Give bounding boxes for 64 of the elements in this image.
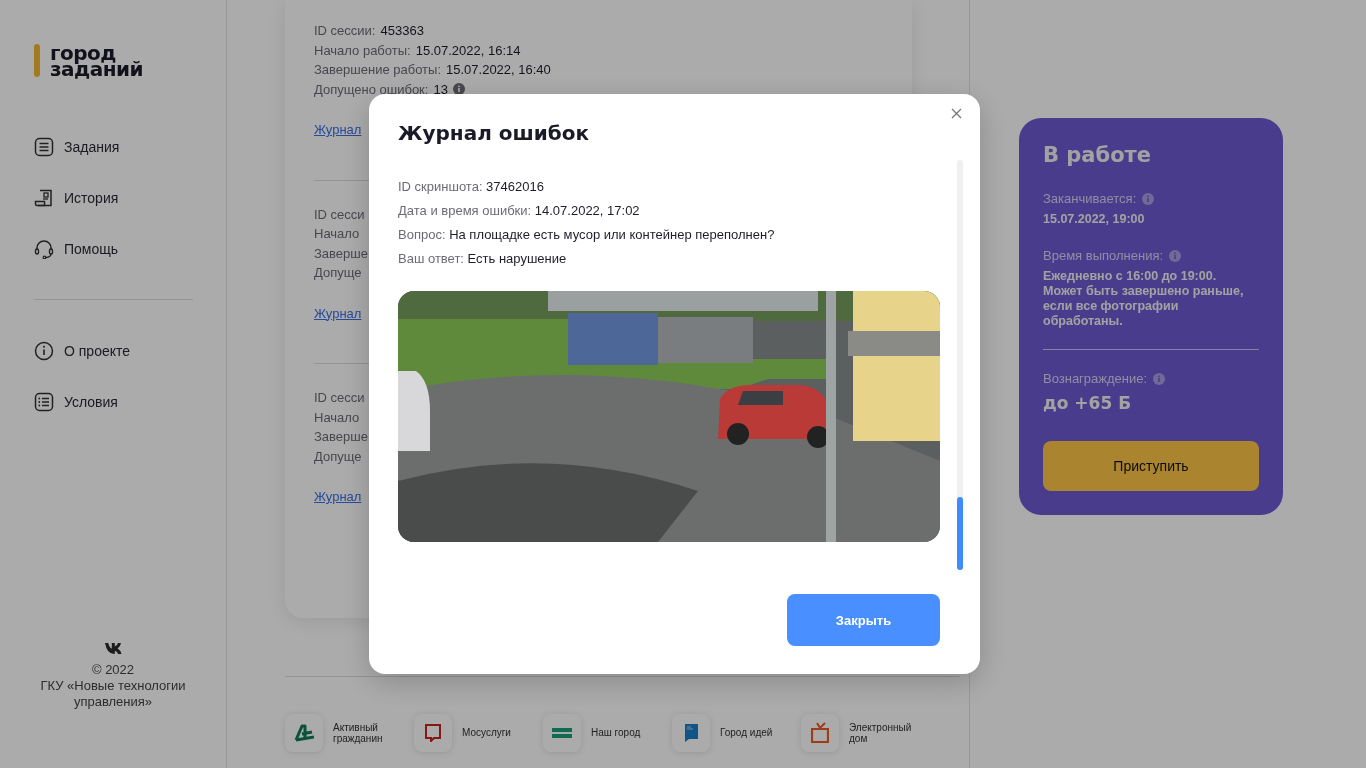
- field-value: Ежедневно с 16:00 до 19:00. Может быть завершено раньше, если все фотографии обработаны.: [1043, 269, 1245, 329]
- info-icon: [1169, 250, 1182, 262]
- error-detail: Ваш ответ: Есть нарушение: [398, 250, 568, 268]
- start-button[interactable]: Приступить: [1043, 441, 1259, 491]
- info-icon: [34, 340, 54, 361]
- stripes-logo-icon: [552, 727, 572, 738]
- close-icon: [951, 108, 962, 119]
- partner-logo-button[interactable]: [543, 713, 581, 752]
- partner-link[interactable]: Город идей: [720, 727, 773, 738]
- document-icon: [34, 187, 54, 208]
- nav-item[interactable]: Условия: [34, 376, 226, 427]
- session-detail: Допущено ошибок: 13: [314, 80, 448, 99]
- partner-logo-button[interactable]: [285, 713, 323, 752]
- info-icon: [1153, 373, 1166, 385]
- nav-item[interactable]: Задания: [34, 121, 226, 172]
- logo-text: город заданий: [50, 44, 144, 77]
- session-detail: Завершение работы: 15.07.2022, 16:40: [314, 61, 551, 79]
- scrollbar-thumb[interactable]: [957, 497, 963, 570]
- list-icon: [34, 391, 54, 412]
- scrollbar[interactable]: [957, 160, 963, 570]
- session-detail: Заверше: [314, 428, 368, 446]
- session-detail: Начало работы: 15.07.2022, 16:14: [314, 41, 521, 60]
- partner-logo-button[interactable]: [801, 713, 839, 752]
- nav-item[interactable]: История: [34, 172, 226, 223]
- session-detail: Заверше: [314, 244, 368, 263]
- list-icon: [34, 136, 54, 157]
- speech-bubble-icon: [684, 723, 698, 742]
- info-icon: [1142, 193, 1155, 205]
- error-detail: Дата и время ошибки: 14.07.2022, 17:02: [398, 202, 641, 220]
- field-label: Время выполнения:: [1043, 247, 1164, 265]
- partner-logo-button[interactable]: [414, 713, 452, 752]
- reward-value: до +65 Б: [1043, 392, 1133, 414]
- dialog-title: Журнал ошибок: [398, 121, 591, 145]
- error-detail: ID скриншота: 37462016: [398, 178, 545, 196]
- field-value: 15.07.2022, 19:00: [1043, 212, 1146, 227]
- tv-icon: [811, 722, 829, 743]
- session-detail: ID сесси: [314, 205, 365, 224]
- error-detail: Вопрос: На площадке есть мусор или контейнер переполнен?: [398, 226, 776, 244]
- partner-link[interactable]: Активный гражданин: [333, 721, 395, 744]
- partner-link[interactable]: Наш город: [591, 727, 641, 738]
- headset-icon: [34, 238, 54, 259]
- session-detail: Допуще: [314, 264, 362, 282]
- partner-link[interactable]: Электронный дом: [849, 721, 911, 744]
- error-log-link[interactable]: Журнал: [314, 120, 362, 140]
- letter-logo-icon: [294, 723, 314, 742]
- session-detail: ID сессии: 453363: [314, 22, 424, 40]
- session-detail: Начало: [314, 408, 360, 427]
- error-log-link[interactable]: Журнал: [314, 303, 362, 323]
- session-detail: Допуще: [314, 447, 362, 466]
- nav-item[interactable]: О проекте: [34, 325, 226, 376]
- reward-label: Вознаграждение:: [1043, 370, 1148, 388]
- organization-name: ГКУ «Новые технологии управления»: [39, 678, 187, 710]
- session-detail: Начало: [314, 225, 360, 243]
- session-detail: ID сесси: [314, 389, 365, 407]
- card-title: В работе: [1043, 142, 1153, 168]
- logo-bar: [34, 44, 40, 77]
- field-label: Заканчивается:: [1043, 190, 1137, 208]
- partner-link[interactable]: Мосуслуги: [462, 727, 511, 738]
- vk-icon[interactable]: [104, 640, 122, 656]
- speech-bubble-icon: [425, 723, 441, 742]
- error-log-link[interactable]: Журнал: [314, 487, 362, 507]
- copyright-text: © 2022: [91, 662, 135, 678]
- nav-item[interactable]: Помощь: [34, 223, 226, 274]
- partner-logo-button[interactable]: [672, 713, 710, 752]
